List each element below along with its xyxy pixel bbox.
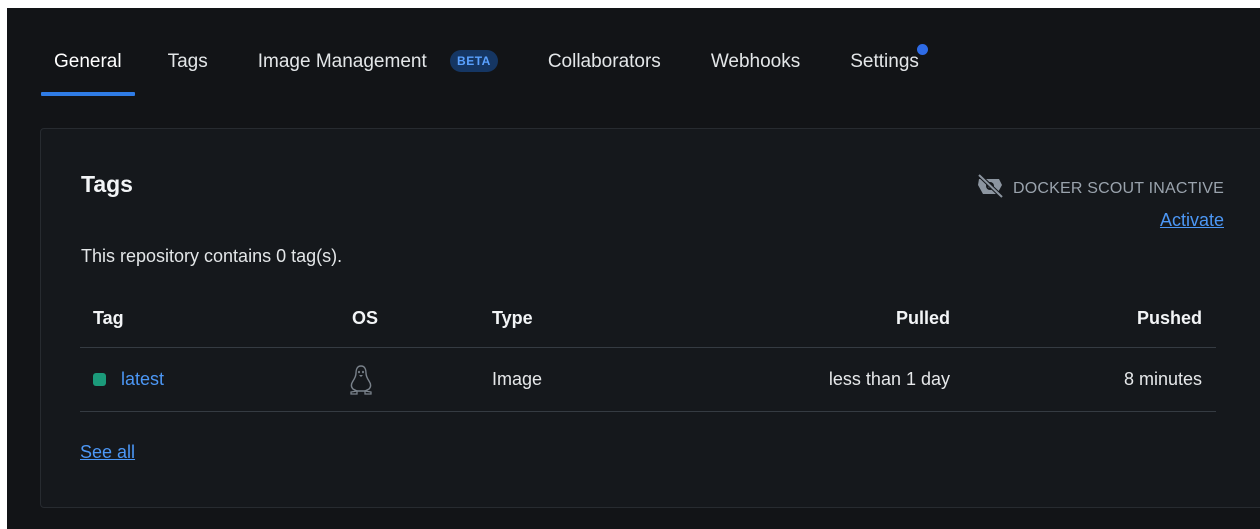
tab-collaborators[interactable]: Collaborators <box>548 48 661 88</box>
tab-label: Tags <box>167 51 208 72</box>
card-title: Tags <box>81 171 133 197</box>
tag-link[interactable]: latest <box>121 369 164 390</box>
tab-tags[interactable]: Tags <box>168 48 208 88</box>
column-header-type[interactable]: Type <box>492 289 533 347</box>
activate-scout-link[interactable]: Activate <box>1160 210 1224 231</box>
linux-icon <box>348 364 374 396</box>
docker-scout-status: DOCKER SCOUT INACTIVE Activate <box>975 173 1224 231</box>
tags-card: Tags DOCKER SCOUT INACTIVE Activate This… <box>40 128 1260 508</box>
repository-panel: General Tags Image Management BETA Colla… <box>7 8 1260 529</box>
notification-dot <box>916 44 928 55</box>
scout-inactive-icon <box>975 173 1005 204</box>
tab-settings[interactable]: Settings <box>850 44 928 88</box>
beta-badge: BETA <box>450 50 498 72</box>
pushed-cell: 8 minutes <box>1123 369 1202 389</box>
tab-label: Image Management <box>257 51 427 72</box>
type-cell: Image <box>492 369 543 389</box>
tab-webhooks[interactable]: Webhooks <box>711 48 800 88</box>
column-header-tag[interactable]: Tag <box>93 289 124 347</box>
tab-label: Webhooks <box>710 51 801 72</box>
active-tab-indicator <box>41 92 135 96</box>
column-header-pulled[interactable]: Pulled <box>896 289 950 347</box>
tab-label: Settings <box>850 51 919 72</box>
tab-label: General <box>54 51 122 72</box>
tags-table: Tag OS Type Pulled Pushed latest Image l… <box>80 289 1216 412</box>
column-header-pushed[interactable]: Pushed <box>1137 289 1202 347</box>
pulled-cell: less than 1 day <box>828 369 950 389</box>
tab-bar: General Tags Image Management BETA Colla… <box>40 44 928 98</box>
scout-status-label: DOCKER SCOUT INACTIVE <box>1012 179 1224 197</box>
table-row: latest Image less than 1 day 8 minutes <box>80 348 1216 412</box>
tag-cell: latest <box>93 348 164 411</box>
table-header: Tag OS Type Pulled Pushed <box>80 289 1216 348</box>
see-all-link[interactable]: See all <box>80 442 135 463</box>
tag-count-text: This repository contains 0 tag(s). <box>81 246 343 266</box>
tab-image-management[interactable]: Image Management BETA <box>258 48 498 88</box>
tab-label: Collaborators <box>547 51 661 72</box>
tag-status-indicator <box>93 373 106 386</box>
column-header-os[interactable]: OS <box>352 289 378 347</box>
tab-general[interactable]: General <box>41 48 135 96</box>
os-cell <box>350 348 374 411</box>
